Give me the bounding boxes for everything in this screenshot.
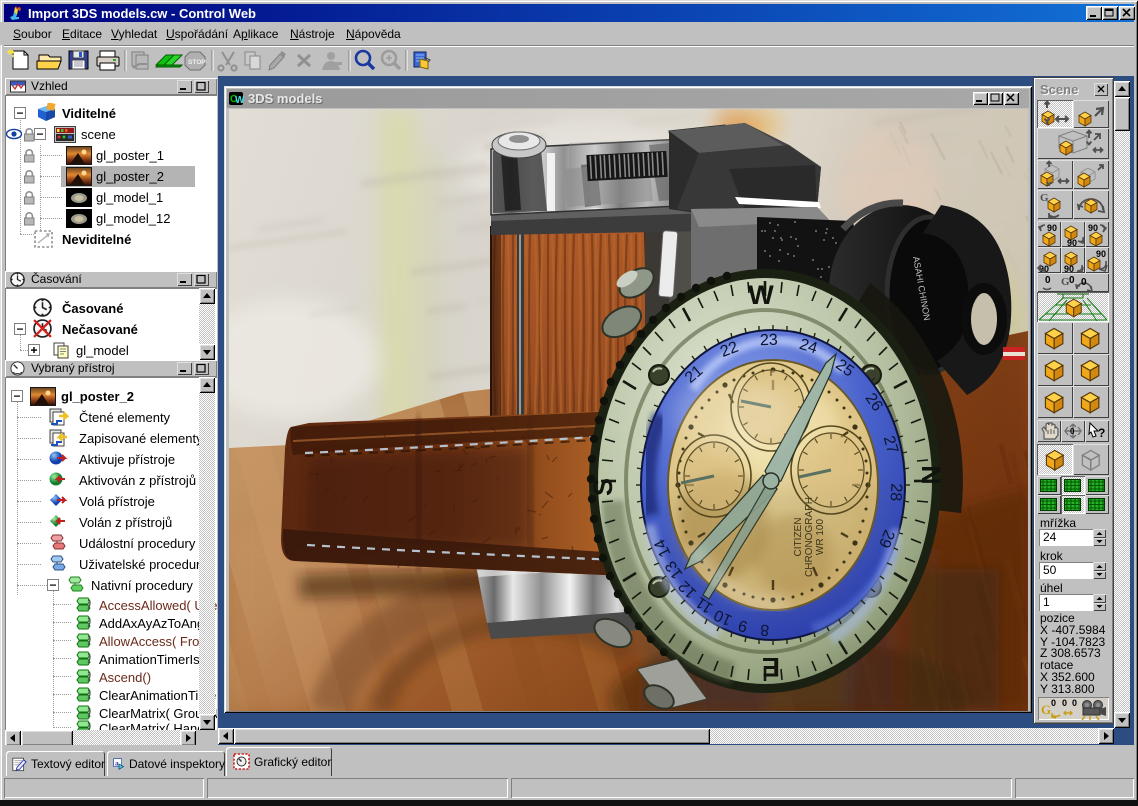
svg-text:0: 0: [1072, 698, 1077, 708]
svg-text:W: W: [748, 280, 774, 310]
svg-text:0: 0: [1045, 275, 1051, 286]
svg-text:E: E: [762, 652, 780, 682]
svg-text:?: ?: [1098, 426, 1105, 440]
svg-text:W: W: [235, 95, 244, 106]
svg-text:23: 23: [760, 332, 778, 350]
svg-text:0: 0: [1062, 698, 1067, 708]
svg-text:S: S: [588, 478, 618, 496]
svg-text:WR 100: WR 100: [815, 519, 826, 556]
svg-text:G: G: [1041, 702, 1051, 717]
svg-text:CHRONOGRAPH: CHRONOGRAPH: [804, 497, 815, 577]
svg-text:CITIZEN: CITIZEN: [793, 518, 804, 557]
svg-text:0: 0: [1051, 698, 1056, 708]
svg-text:STOP: STOP: [188, 59, 206, 66]
svg-text:N: N: [916, 465, 946, 485]
svg-text:90: 90: [1064, 264, 1074, 273]
svg-text:90: 90: [1096, 249, 1106, 259]
svg-text:8: 8: [760, 621, 770, 639]
svg-text:0: 0: [1070, 427, 1075, 436]
svg-text:28: 28: [887, 483, 905, 502]
svg-text:0: 0: [1069, 275, 1075, 286]
svg-text:90: 90: [1088, 223, 1098, 233]
svg-text:90: 90: [1067, 238, 1077, 247]
svg-text:0: 0: [1081, 277, 1087, 288]
svg-text:90: 90: [1047, 223, 1057, 233]
svg-text:a: a: [115, 758, 119, 767]
